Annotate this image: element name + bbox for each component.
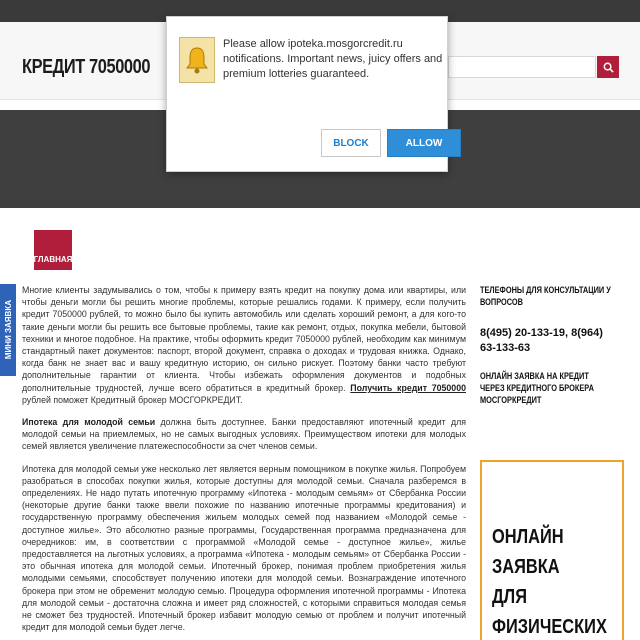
phone-numbers: 8(495) 20-133-19, 8(964) 63-133-63	[480, 327, 603, 354]
bell-icon	[179, 37, 215, 83]
block-button[interactable]: BLOCK	[321, 129, 381, 157]
iframe-line-3: ДЛЯ	[492, 586, 527, 608]
iframe-line-2: ЗАЯВКА	[492, 556, 560, 578]
mini-application-tab[interactable]: МИНИ ЗАЯВКА	[0, 284, 16, 376]
main-content: Многие клиенты задумывались о том, чтобы…	[22, 284, 466, 640]
young-family-link[interactable]: Ипотека для молодой семьи	[22, 417, 155, 427]
popup-message: Please allow ipoteka.mosgorcredit.ru not…	[223, 38, 443, 80]
consultation-heading: ТЕЛЕФОНЫ ДЛЯ КОНСУЛЬТАЦИИ У ВОПРОСОВ	[480, 285, 611, 307]
intro-paragraph: Многие клиенты задумывались о том, чтобы…	[22, 284, 466, 406]
site-logo[interactable]: КРЕДИТ 7050000	[22, 56, 150, 79]
nav-item-cash-credit[interactable]: КРЕДИТ НАЛИЧНЫМИ	[86, 238, 164, 248]
online-application-heading: ОНЛАЙН ЗАЯВКА НА КРЕДИТ ЧЕРЕЗ КРЕДИТНОГО…	[480, 371, 594, 405]
allow-button[interactable]: ALLOW	[387, 129, 461, 157]
nav-item-home[interactable]: ГЛАВНАЯ	[34, 230, 72, 270]
search-button[interactable]	[597, 56, 619, 78]
search-icon	[603, 62, 614, 73]
young-family-paragraph: Ипотека для молодой семьи должна быть до…	[22, 416, 466, 453]
application-iframe[interactable]: ОНЛАЙН ЗАЯВКА ДЛЯ ФИЗИЧЕСКИХ	[480, 460, 624, 640]
iframe-line-1: ОНЛАЙН	[492, 526, 564, 548]
intro-text-end: рублей поможет Кредитный брокер МОСГОРКР…	[22, 394, 243, 405]
nav-home-label: ГЛАВНАЯ	[33, 255, 73, 264]
mortgage-paragraph: Ипотека для молодой семьи уже несколько …	[22, 463, 466, 633]
nav-item-refinancing[interactable]: РЕФИНАНСИРОВАНИЕ	[460, 238, 540, 248]
top-button-1[interactable]	[538, 2, 586, 20]
notification-popup: Please allow ipoteka.mosgorcredit.ru not…	[166, 16, 461, 172]
iframe-line-4: ФИЗИЧЕСКИХ	[492, 616, 607, 638]
get-credit-link[interactable]: Получить кредит 7050000	[350, 383, 466, 393]
search-input[interactable]	[448, 56, 596, 78]
right-sidebar: ТЕЛЕФОНЫ ДЛЯ КОНСУЛЬТАЦИИ У ВОПРОСОВ 8(4…	[480, 282, 620, 406]
side-tab-label: МИНИ ЗАЯВКА	[3, 300, 13, 360]
intro-text: Многие клиенты задумывались о том, чтобы…	[22, 285, 466, 393]
top-button-2[interactable]	[590, 2, 638, 20]
